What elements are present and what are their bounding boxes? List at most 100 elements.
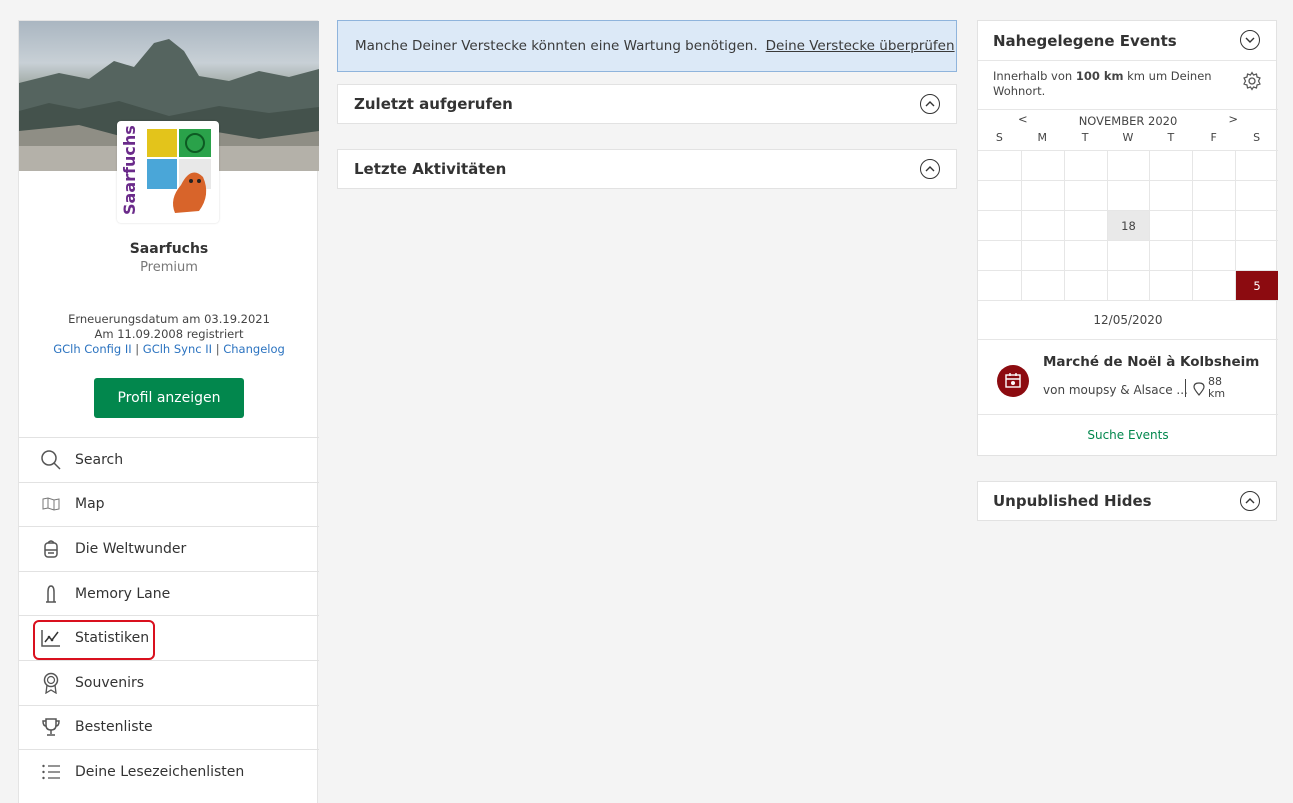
view-profile-button[interactable]: Profil anzeigen bbox=[94, 378, 244, 418]
nearby-events-widget: Nahegelegene Events Innerhalb von 100 km… bbox=[977, 20, 1278, 456]
weekday-label: T bbox=[1167, 131, 1175, 144]
next-month-button[interactable]: > bbox=[1228, 112, 1238, 126]
calendar-day[interactable] bbox=[1192, 150, 1236, 180]
check-caches-link[interactable]: Deine Verstecke überprüfen bbox=[766, 38, 955, 54]
expand-icon[interactable] bbox=[1240, 30, 1260, 50]
calendar-day[interactable] bbox=[1235, 180, 1278, 210]
sidebar-item-statistiken[interactable]: Statistiken bbox=[19, 615, 319, 660]
sidebar-item-label: Souvenirs bbox=[75, 674, 145, 691]
calendar-day[interactable] bbox=[1063, 150, 1107, 180]
calendar-day[interactable] bbox=[1149, 210, 1193, 240]
recent-activities-panel[interactable]: Letzte Aktivitäten bbox=[337, 149, 957, 189]
calendar-day[interactable] bbox=[1149, 150, 1193, 180]
sidebar-item-bestenliste[interactable]: Bestenliste bbox=[19, 704, 319, 750]
gear-icon[interactable] bbox=[1242, 71, 1262, 96]
sidebar-item-weltwunder[interactable]: Die Weltwunder bbox=[19, 526, 319, 571]
events-title: Nahegelegene Events bbox=[993, 31, 1177, 50]
location-pin-icon bbox=[1193, 381, 1205, 400]
calendar-day[interactable] bbox=[1192, 270, 1236, 300]
search-icon bbox=[39, 448, 63, 472]
selected-date: 12/05/2020 bbox=[978, 300, 1278, 340]
weekday-label: T bbox=[1081, 131, 1089, 144]
calendar-day[interactable] bbox=[1020, 180, 1064, 210]
recently-viewed-panel[interactable]: Zuletzt aufgerufen bbox=[337, 84, 957, 124]
sidebar-nav: Search Map Die Weltwunder Memory Lane St… bbox=[19, 437, 319, 794]
sidebar-item-label: Map bbox=[75, 496, 105, 513]
calendar-day[interactable] bbox=[1192, 180, 1236, 210]
collapse-icon[interactable] bbox=[1240, 491, 1260, 511]
calendar-day[interactable] bbox=[1235, 150, 1278, 180]
search-events-link[interactable]: Suche Events bbox=[978, 415, 1278, 455]
event-list-item[interactable]: Marché de Noël à Kolbsheim von moupsy & … bbox=[978, 340, 1278, 415]
calendar-day[interactable] bbox=[1020, 240, 1064, 270]
calendar-day[interactable] bbox=[978, 270, 1021, 300]
weekday-label: S bbox=[1253, 131, 1261, 144]
calendar-day[interactable]: 5 bbox=[1235, 270, 1278, 300]
calendar-day[interactable]: 18 bbox=[1106, 210, 1150, 240]
calendar-day[interactable] bbox=[1192, 210, 1236, 240]
events-radius-text: Innerhalb von 100 km km um Deinen Wohnor… bbox=[993, 69, 1233, 99]
unpublished-hides-panel[interactable]: Unpublished Hides bbox=[977, 481, 1277, 521]
profile-avatar[interactable]: Saarfuchs bbox=[117, 121, 219, 223]
map-icon bbox=[39, 492, 63, 516]
sidebar-item-map[interactable]: Map bbox=[19, 481, 319, 527]
calendar-day[interactable] bbox=[1192, 240, 1236, 270]
gclh-sync-link[interactable]: GClh Sync II bbox=[143, 342, 212, 356]
calendar-day[interactable] bbox=[978, 180, 1021, 210]
distance-unit: km bbox=[1208, 387, 1226, 400]
calendar-weekdays: S M T W T F S bbox=[978, 131, 1278, 144]
calendar-day[interactable] bbox=[978, 240, 1021, 270]
calendar-day[interactable] bbox=[1149, 270, 1193, 300]
calendar-day[interactable] bbox=[1106, 180, 1150, 210]
calendar-day[interactable] bbox=[1149, 180, 1193, 210]
memory-lane-icon bbox=[39, 582, 63, 606]
calendar-day[interactable] bbox=[1063, 240, 1107, 270]
calendar-nav: < NOVEMBER 2020 > bbox=[978, 109, 1278, 129]
profile-links: GClh Config II | GClh Sync II | Changelo… bbox=[53, 342, 285, 356]
radius-prefix: Innerhalb von bbox=[993, 69, 1073, 83]
trophy-icon bbox=[39, 715, 63, 739]
calendar-day[interactable] bbox=[1106, 240, 1150, 270]
sidebar-item-label: Statistiken bbox=[75, 630, 150, 647]
svg-text:Saarfuchs: Saarfuchs bbox=[121, 125, 139, 215]
calendar-day[interactable] bbox=[1020, 210, 1064, 240]
event-owner: von moupsy & Alsace ... bbox=[1043, 383, 1188, 397]
changelog-link[interactable]: Changelog bbox=[223, 342, 285, 356]
sidebar-item-memory-lane[interactable]: Memory Lane bbox=[19, 570, 319, 616]
radius-value: 100 km bbox=[1075, 69, 1124, 83]
calendar-day[interactable] bbox=[1149, 240, 1193, 270]
calendar-day[interactable] bbox=[1106, 150, 1150, 180]
sidebar-item-label: Deine Lesezeichenlisten bbox=[75, 763, 245, 780]
registration-date: Am 11.09.2008 registriert bbox=[94, 327, 244, 341]
sidebar-item-label: Bestenliste bbox=[75, 719, 153, 736]
gclh-config-link[interactable]: GClh Config II bbox=[53, 342, 131, 356]
membership-level: Premium bbox=[140, 260, 198, 275]
backpack-icon bbox=[39, 537, 63, 561]
sidebar-item-souvenirs[interactable]: Souvenirs bbox=[19, 659, 319, 705]
sidebar-item-lesezeichenlisten[interactable]: Deine Lesezeichenlisten bbox=[19, 749, 319, 794]
profile-dates: Erneuerungsdatum am 03.19.2021 Am 11.09.… bbox=[19, 312, 319, 342]
renewal-date: Erneuerungsdatum am 03.19.2021 bbox=[68, 312, 270, 326]
calendar-day[interactable] bbox=[1106, 270, 1150, 300]
weekday-label: W bbox=[1122, 131, 1134, 144]
sidebar-item-search[interactable]: Search bbox=[19, 437, 319, 482]
alert-text: Manche Deiner Verstecke könnten eine War… bbox=[355, 38, 758, 54]
collapse-icon[interactable] bbox=[920, 94, 940, 114]
panel-title: Letzte Aktivitäten bbox=[354, 160, 507, 178]
events-header[interactable]: Nahegelegene Events bbox=[978, 21, 1276, 61]
calendar-day[interactable] bbox=[1063, 210, 1107, 240]
calendar-day[interactable] bbox=[978, 210, 1021, 240]
collapse-icon[interactable] bbox=[920, 159, 940, 179]
calendar-day[interactable] bbox=[1235, 240, 1278, 270]
panel-title: Unpublished Hides bbox=[993, 492, 1152, 510]
calendar-day[interactable] bbox=[1020, 150, 1064, 180]
calendar-day[interactable] bbox=[1020, 270, 1064, 300]
calendar-day[interactable] bbox=[978, 150, 1021, 180]
maintenance-alert: Manche Deiner Verstecke könnten eine War… bbox=[337, 20, 957, 72]
calendar-day[interactable] bbox=[1235, 210, 1278, 240]
profile-sidebar: Saarfuchs Saarfuchs Premium Erneuerungsd… bbox=[18, 20, 319, 803]
event-title[interactable]: Marché de Noël à Kolbsheim bbox=[1043, 354, 1259, 370]
calendar-day[interactable] bbox=[1063, 270, 1107, 300]
calendar-day[interactable] bbox=[1063, 180, 1107, 210]
souvenir-icon bbox=[39, 671, 63, 695]
